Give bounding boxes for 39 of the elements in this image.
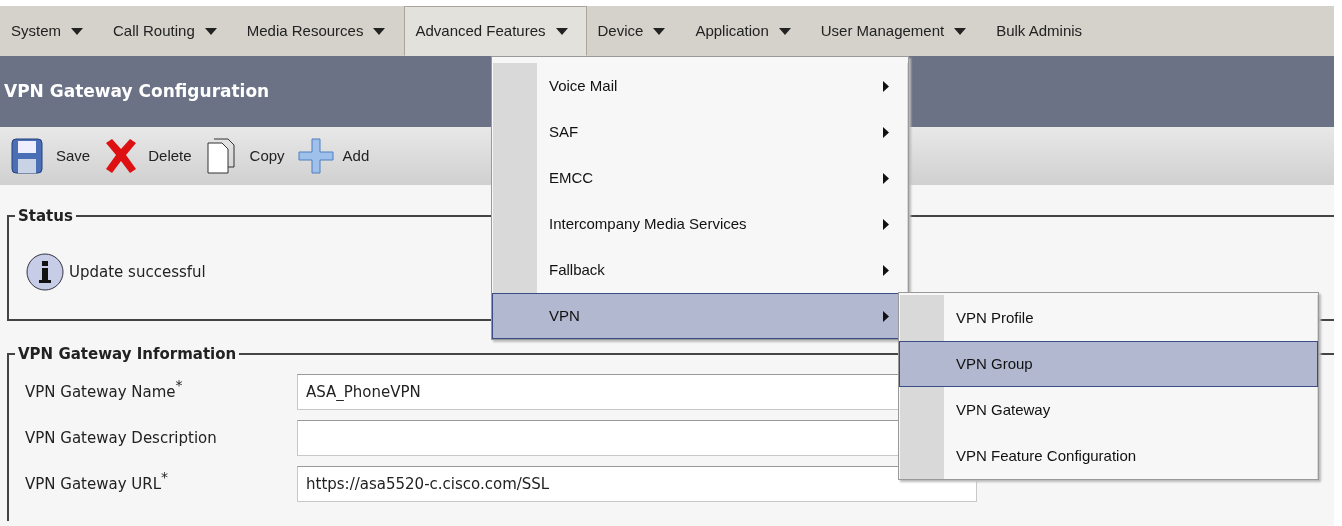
menu-item[interactable]: VPN Gateway [899, 387, 1318, 433]
delete-button[interactable]: Delete [102, 137, 192, 175]
save-button[interactable]: Save [10, 137, 91, 175]
menu-item[interactable]: System [0, 6, 102, 56]
menu-item[interactable]: User Management [809, 6, 986, 56]
menu-item[interactable]: Intercompany Media Services [492, 201, 908, 247]
plus-icon [296, 137, 335, 175]
info-icon [25, 252, 65, 292]
submenu-arrow-icon [883, 265, 889, 276]
menu-item[interactable]: Voice Mail [492, 63, 908, 109]
menu-item[interactable]: EMCC [492, 155, 908, 201]
menu-item[interactable]: VPN Group [899, 341, 1318, 387]
submenu-arrow-icon [883, 219, 889, 230]
caret-icon [555, 27, 568, 35]
menu-item[interactable]: VPN Feature Configuration [899, 433, 1318, 479]
caret-icon [373, 27, 386, 35]
menu-item[interactable]: Media Resources [235, 6, 405, 56]
menu-item[interactable]: Call Routing [102, 6, 236, 56]
status-message: Update successful [69, 261, 206, 283]
caret-icon [71, 27, 83, 35]
menu-item[interactable]: Advanced Features [404, 6, 587, 56]
field-label: VPN Gateway Description [25, 427, 218, 449]
caret-icon [954, 27, 967, 35]
submenu-arrow-icon [883, 81, 889, 92]
menu-item[interactable]: Device [586, 6, 685, 56]
menu-item[interactable]: Application [684, 6, 810, 56]
caret-icon [204, 27, 217, 35]
copy-button[interactable]: Copy [203, 137, 285, 175]
caret-icon [778, 27, 791, 35]
submenu-arrow-icon [883, 127, 889, 138]
menu-item[interactable]: VPN Profile [899, 295, 1318, 341]
add-button[interactable]: Add [296, 137, 370, 175]
input-field[interactable]: https://asa5520-c.cisco.com/SSL [297, 466, 977, 502]
menu-item[interactable]: Bulk Adminis [985, 6, 1102, 56]
menu-item[interactable]: Fallback [492, 247, 908, 293]
caret-icon [653, 27, 666, 35]
submenu-arrow-icon [883, 311, 889, 322]
submenu-arrow-icon [883, 173, 889, 184]
menu-item[interactable]: SAF [492, 109, 908, 155]
